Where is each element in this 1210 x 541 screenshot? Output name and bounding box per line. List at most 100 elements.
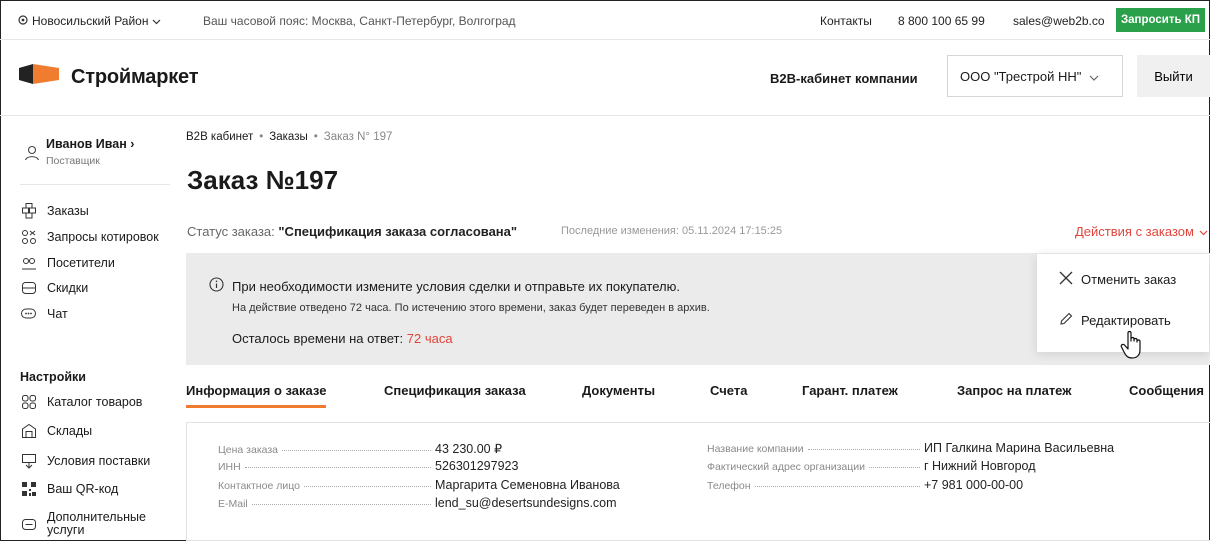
sidebar-item-orders[interactable]: Заказы	[20, 202, 89, 219]
sidebar-item-delivery[interactable]: Условия поставки	[20, 452, 150, 469]
timezone-text: Ваш часовой пояс: Москва, Санкт-Петербур…	[203, 14, 516, 28]
tab-payment-request[interactable]: Запрос на платеж	[957, 383, 1071, 398]
dotted-leader	[807, 449, 920, 450]
sidebar-item-label: Скидки	[47, 280, 89, 295]
dotted-leader	[282, 450, 431, 451]
region-selector[interactable]: Новосильский Район	[18, 14, 161, 28]
top-bar: Новосильский Район Ваш часовой пояс: Мос…	[0, 0, 1210, 40]
tab-specification[interactable]: Спецификация заказа	[384, 383, 526, 398]
user-profile[interactable]: Иванов Иван › Поставщик	[24, 137, 134, 167]
info-label: Фактический адрес организации	[707, 461, 866, 473]
chevron-down-icon	[1089, 69, 1099, 84]
order-actions-toggle[interactable]: Действия с заказом	[1075, 224, 1208, 239]
notice-main-text: При необходимости измените условия сделк…	[232, 279, 680, 294]
tab-order-info[interactable]: Информация о заказе	[186, 383, 327, 408]
remaining-time: Осталось времени на ответ: 72 часа	[232, 331, 453, 346]
order-tabs: Информация о заказе Спецификация заказа …	[186, 372, 1210, 408]
request-quote-button[interactable]: Запросить КП	[1116, 8, 1205, 32]
sidebar-item-label: Посетители	[47, 255, 115, 270]
logo-icon	[17, 62, 61, 93]
cancel-order-menu-item[interactable]: Отменить заказ	[1059, 271, 1176, 288]
sidebar-item-visitors[interactable]: Посетители	[20, 254, 115, 271]
dotted-leader	[303, 486, 431, 487]
header: Строймаркет B2B-кабинет компании ООО "Тр…	[0, 40, 1210, 116]
breadcrumb-separator: •	[259, 131, 264, 143]
phone-link[interactable]: 8 800 100 65 99	[898, 14, 985, 28]
b2b-cabinet-label: B2B-кабинет компании	[770, 71, 918, 86]
tab-guarantee-payment[interactable]: Гарант. платеж	[802, 383, 898, 398]
edit-order-label: Редактировать	[1081, 313, 1171, 328]
dotted-leader	[754, 486, 920, 487]
sidebar-item-catalog[interactable]: Каталог товаров	[20, 393, 142, 410]
remaining-time-label: Осталось времени на ответ:	[232, 331, 404, 346]
chevron-down-icon	[152, 14, 161, 28]
status-label: Статус заказа:	[187, 224, 275, 239]
delivery-icon	[20, 452, 37, 469]
order-info-card: Цена заказа 43 230.00 ₽ ИНН 526301297923…	[186, 422, 1210, 541]
info-row-email: E-Mail lend_su@desertsundesigns.com	[218, 496, 617, 510]
info-label: Контактное лицо	[218, 480, 300, 492]
sidebar-item-chat[interactable]: Чат	[20, 305, 68, 322]
sidebar-item-label: Ваш QR-код	[47, 481, 119, 496]
qr-icon	[20, 480, 37, 497]
dotted-leader	[251, 504, 431, 505]
location-pin-icon	[18, 14, 28, 28]
info-label: Цена заказа	[218, 444, 279, 456]
orders-icon	[20, 202, 37, 219]
user-role: Поставщик	[46, 155, 100, 167]
info-value: ИП Галкина Марина Васильевна	[924, 441, 1115, 455]
order-actions-label: Действия с заказом	[1075, 224, 1194, 239]
company-value: ООО "Трестрой НН"	[960, 68, 1082, 84]
sidebar-item-label: Заказы	[47, 203, 89, 218]
region-label: Новосильский Район	[32, 14, 149, 28]
info-label: Название компании	[707, 443, 804, 455]
order-status: Статус заказа: "Спецификация заказа согл…	[187, 224, 517, 239]
logo[interactable]: Строймаркет	[17, 62, 199, 93]
breadcrumb-separator: •	[313, 131, 318, 143]
info-value: +7 981 000-00-00	[924, 478, 1024, 492]
info-row-company: Название компании ИП Галкина Марина Васи…	[707, 441, 1115, 455]
edit-order-menu-item[interactable]: Редактировать	[1059, 312, 1171, 329]
breadcrumb-item[interactable]: Заказы	[269, 131, 307, 143]
remaining-time-value: 72 часа	[406, 331, 453, 346]
user-name: Иванов Иван ›	[46, 137, 135, 151]
info-row-price: Цена заказа 43 230.00 ₽	[218, 441, 615, 456]
info-row-inn: ИНН 526301297923	[218, 459, 615, 473]
discounts-icon	[20, 279, 37, 296]
close-icon	[1059, 271, 1073, 288]
sidebar-item-label: Склады	[47, 423, 93, 438]
sidebar-item-label: Дополнительные услуги	[47, 510, 146, 537]
info-row-address: Фактический адрес организации г Нижний Н…	[707, 459, 1107, 473]
breadcrumb-item[interactable]: B2B кабинет	[186, 131, 253, 143]
dotted-leader	[869, 467, 920, 468]
info-value: 526301297923	[435, 459, 519, 473]
sidebar-item-qr[interactable]: Ваш QR-код	[20, 480, 118, 497]
breadcrumb: B2B кабинет • Заказы • Заказ N° 197	[186, 131, 392, 143]
company-select[interactable]: ООО "Трестрой НН"	[947, 55, 1123, 97]
sidebar-item-services[interactable]: Дополнительные услуги	[20, 511, 157, 537]
notice-sub-text: На действие отведено 72 часа. По истечен…	[232, 302, 710, 314]
tab-invoices[interactable]: Счета	[710, 383, 747, 398]
catalog-icon	[20, 393, 37, 410]
info-label: Телефон	[707, 480, 751, 492]
info-value: 43 230.00 ₽	[435, 442, 503, 456]
info-label: ИНН	[218, 461, 241, 473]
sidebar-item-warehouses[interactable]: Склады	[20, 422, 92, 439]
sidebar-item-discounts[interactable]: Скидки	[20, 279, 88, 296]
info-icon	[209, 277, 224, 297]
status-value: "Спецификация заказа согласована"	[278, 224, 518, 239]
sidebar-item-quotes[interactable]: Запросы котировок	[20, 228, 159, 245]
info-value: lend_su@desertsundesigns.com	[435, 496, 617, 510]
tab-documents[interactable]: Документы	[582, 383, 655, 398]
hand-cursor-icon	[1120, 330, 1146, 365]
logout-button[interactable]: Выйти	[1137, 55, 1210, 97]
cancel-order-label: Отменить заказ	[1081, 272, 1177, 287]
user-icon	[24, 145, 40, 167]
tab-messages[interactable]: Сообщения	[1129, 383, 1204, 398]
email-link[interactable]: sales@web2b.co	[1013, 14, 1105, 28]
sidebar-item-label: Каталог товаров	[47, 394, 143, 409]
visitors-icon	[20, 254, 37, 271]
info-row-phone: Телефон +7 981 000-00-00	[707, 478, 1107, 492]
contacts-link[interactable]: Контакты	[820, 14, 872, 28]
breadcrumb-current: Заказ N° 197	[323, 131, 393, 143]
